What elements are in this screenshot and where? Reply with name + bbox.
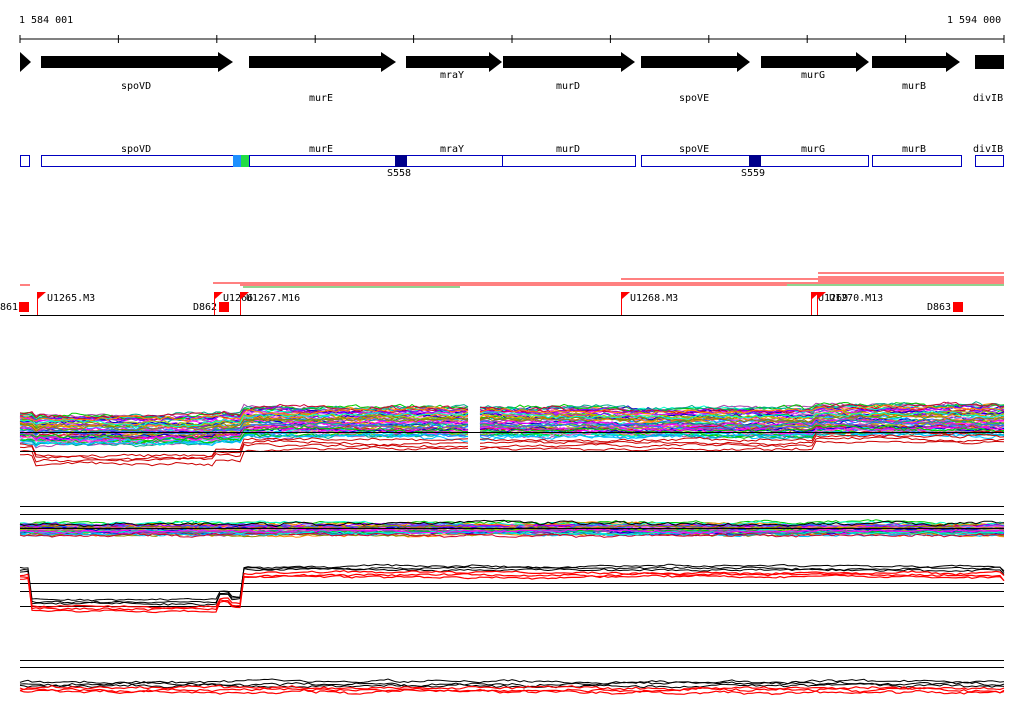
gene-box-label-divIB: divIB bbox=[973, 144, 1003, 155]
gene-arrow-spoVE[interactable] bbox=[641, 52, 750, 72]
gene-label-murE: murE bbox=[309, 93, 333, 104]
segment-label-S559: S559 bbox=[741, 168, 765, 179]
gene-box-label-spoVE: spoVE bbox=[679, 144, 709, 155]
probe-label-D863: D863 bbox=[927, 302, 951, 313]
segment-marker-S558[interactable] bbox=[395, 155, 407, 167]
gene-label-murD: murD bbox=[556, 81, 580, 92]
gene-box-label-spoVD: spoVD bbox=[121, 144, 151, 155]
probe-track: 861 U1265.M3 D862 U1266 U1267.M16 U1268.… bbox=[0, 272, 1004, 316]
gene-arrow-partial-left[interactable] bbox=[20, 52, 31, 72]
probe-label-U1270: U1270.M13 bbox=[829, 293, 883, 304]
gene-label-mraY: mraY bbox=[440, 70, 464, 81]
gene-arrow-divIB[interactable] bbox=[975, 55, 1004, 69]
probe-label-U1265: U1265.M3 bbox=[47, 293, 95, 304]
gene-box-murB[interactable] bbox=[872, 155, 962, 167]
probe-label-D862: D862 bbox=[193, 302, 217, 313]
probe-flag-U1266[interactable] bbox=[215, 292, 223, 299]
gene-box-murD[interactable] bbox=[502, 155, 636, 167]
expression-track-bottom bbox=[19, 660, 1005, 696]
gene-box-spoVD[interactable] bbox=[41, 155, 234, 167]
gene-label-spoVD: spoVD bbox=[121, 81, 151, 92]
genome-browser-view: 1 584 001 1 594 000 spoVD murE mraY murD… bbox=[0, 0, 1024, 714]
genome-browser-canvas: 1 584 001 1 594 000 spoVD murE mraY murD… bbox=[0, 15, 1005, 696]
gene-arrow-spoVD[interactable] bbox=[41, 52, 233, 72]
gene-box-label-murB: murB bbox=[902, 144, 926, 155]
probe-label-U1267: U1267.M16 bbox=[246, 293, 300, 304]
expression-track-selected bbox=[19, 563, 1005, 614]
ruler-start-label: 1 584 001 bbox=[19, 15, 73, 26]
gene-box-divIB[interactable] bbox=[975, 155, 1004, 167]
gene-arrow-mraY[interactable] bbox=[406, 52, 502, 72]
gene-label-murB: murB bbox=[902, 81, 926, 92]
gene-label-murG: murG bbox=[801, 70, 825, 81]
probe-label-861: 861 bbox=[0, 302, 18, 313]
gene-box-label-murD: murD bbox=[556, 144, 580, 155]
gene-label-divIB: divIB bbox=[973, 93, 1003, 104]
gene-box-track: spoVD murE mraY murD spoVE murG murB div… bbox=[20, 144, 1004, 179]
gene-label-spoVE: spoVE bbox=[679, 93, 709, 104]
probe-block-D863[interactable] bbox=[953, 302, 963, 312]
segment-label-S558: S558 bbox=[387, 168, 411, 179]
probe-flag-U1265[interactable] bbox=[38, 292, 46, 299]
gene-box-partial-left[interactable] bbox=[20, 155, 30, 167]
probe-label-U1268: U1268.M3 bbox=[630, 293, 678, 304]
gene-arrow-murE[interactable] bbox=[249, 52, 396, 72]
ruler-end-label: 1 594 000 bbox=[947, 15, 1001, 26]
expression-track-secondary bbox=[19, 506, 1005, 538]
expression-track-main bbox=[19, 401, 1005, 467]
gene-arrow-track: spoVD murE mraY murD spoVE murG murB div… bbox=[20, 52, 1004, 104]
coordinate-ruler: 1 584 001 1 594 000 bbox=[19, 15, 1005, 43]
probe-block-861[interactable] bbox=[19, 302, 29, 312]
gene-box-murE-mraY[interactable] bbox=[249, 155, 503, 167]
gene-box-label-murG: murG bbox=[801, 144, 825, 155]
intergenic-marker-blue bbox=[233, 155, 241, 167]
intergenic-marker-green bbox=[241, 155, 249, 167]
gene-arrow-murG[interactable] bbox=[761, 52, 869, 72]
gene-arrow-murD[interactable] bbox=[503, 52, 635, 72]
probe-flag-U1268[interactable] bbox=[622, 292, 630, 299]
gene-arrow-murB[interactable] bbox=[872, 52, 960, 72]
segment-marker-S559[interactable] bbox=[749, 155, 761, 167]
gene-box-label-murE: murE bbox=[309, 144, 333, 155]
gene-box-label-mraY: mraY bbox=[440, 144, 464, 155]
